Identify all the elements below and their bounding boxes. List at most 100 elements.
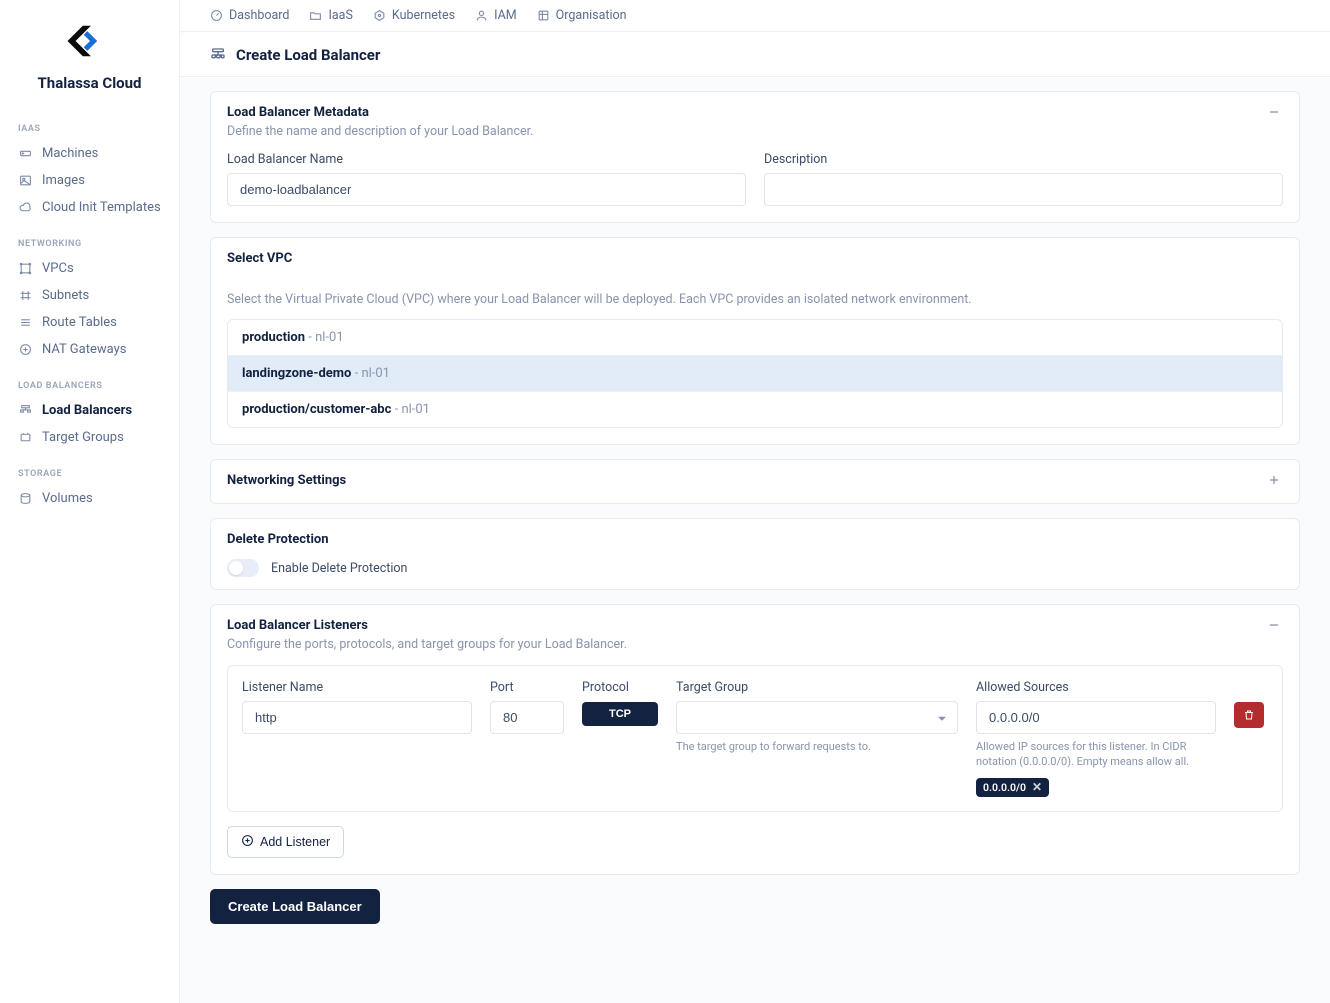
sidebar-item-route-tables[interactable]: Route Tables <box>14 309 165 336</box>
sidebar-item-load-balancers[interactable]: Load Balancers <box>14 397 165 424</box>
chip-remove-icon[interactable]: ✕ <box>1032 781 1042 793</box>
sidebar-item-nat-gateways[interactable]: NAT Gateways <box>14 336 165 363</box>
user-icon <box>475 9 488 22</box>
sidebar-item-label: Cloud Init Templates <box>42 200 161 215</box>
topnav-label: IAM <box>494 8 517 23</box>
listener-port-label: Port <box>490 680 564 695</box>
cidr-chip: 0.0.0.0/0✕ <box>976 778 1049 797</box>
listener-name-input[interactable] <box>242 701 472 734</box>
vpc-help: Select the Virtual Private Cloud (VPC) w… <box>227 292 1283 307</box>
image-icon <box>18 174 32 188</box>
listener-tg-select[interactable] <box>676 701 958 734</box>
delete-toggle-label: Enable Delete Protection <box>271 561 407 576</box>
metadata-subtitle: Define the name and description of your … <box>227 124 533 139</box>
listeners-card: Load Balancer Listeners Configure the po… <box>210 604 1300 875</box>
listener-sources-label: Allowed Sources <box>976 680 1216 695</box>
sidebar-heading: LOAD BALANCERS <box>14 375 165 397</box>
vpc-region: - nl-01 <box>305 330 344 345</box>
brand: Thalassa Cloud <box>14 20 165 92</box>
vpc-name: production/customer-abc <box>242 402 391 417</box>
topbar: Dashboard IaaS Kubernetes IAM Organisation <box>180 0 1330 32</box>
nat-icon <box>18 343 32 357</box>
listener-protocol-label: Protocol <box>582 680 658 695</box>
sidebar-item-cloud-init-templates[interactable]: Cloud Init Templates <box>14 194 165 221</box>
topnav-iaas[interactable]: IaaS <box>309 8 352 23</box>
delete-protection-card: Delete Protection Enable Delete Protecti… <box>210 518 1300 590</box>
disk-icon <box>18 492 32 506</box>
listener-row: Listener Name Port Protocol TCP Target Group… <box>227 665 1283 812</box>
lb-desc-label: Description <box>764 152 1283 167</box>
vpc-option[interactable]: production/customer-abc - nl-01 <box>228 392 1282 427</box>
add-listener-label: Add Listener <box>260 835 330 849</box>
listener-port-input[interactable] <box>490 701 564 734</box>
topnav-iam[interactable]: IAM <box>475 8 517 23</box>
sidebar-item-images[interactable]: Images <box>14 167 165 194</box>
sidebar-item-label: VPCs <box>42 261 74 276</box>
vpc-title: Select VPC <box>227 251 292 266</box>
target-icon <box>18 431 32 445</box>
route-icon <box>18 316 32 330</box>
lb-name-input[interactable] <box>227 173 746 206</box>
sidebar-item-label: Subnets <box>42 288 89 303</box>
folder-icon <box>309 9 322 22</box>
vpc-name: production <box>242 330 305 345</box>
lb-icon <box>18 404 32 418</box>
listeners-sub: Configure the ports, protocols, and targ… <box>227 637 627 652</box>
sidebar-item-machines[interactable]: Machines <box>14 140 165 167</box>
dashboard-icon <box>210 9 223 22</box>
listener-protocol-button[interactable]: TCP <box>582 702 658 726</box>
sidebar-item-label: Route Tables <box>42 315 117 330</box>
sidebar-heading: IAAS <box>14 118 165 140</box>
collapse-icon[interactable] <box>1265 618 1283 635</box>
vpc-option[interactable]: landingzone-demo - nl-01 <box>228 356 1282 392</box>
delete-protection-toggle[interactable] <box>227 559 259 577</box>
page-header: Create Load Balancer <box>180 32 1330 77</box>
delete-title: Delete Protection <box>227 532 329 547</box>
sidebar-heading: NETWORKING <box>14 233 165 255</box>
add-listener-button[interactable]: Add Listener <box>227 826 344 858</box>
vpc-region: - nl-01 <box>351 366 390 381</box>
sidebar: Thalassa Cloud IAAS Machines Images Cloud I… <box>0 0 180 1003</box>
kubernetes-icon <box>373 9 386 22</box>
vpc-option[interactable]: production - nl-01 <box>228 320 1282 356</box>
sidebar-item-target-groups[interactable]: Target Groups <box>14 424 165 451</box>
listener-name-label: Listener Name <box>242 680 472 695</box>
lb-icon <box>210 47 226 63</box>
sidebar-item-label: Images <box>42 173 85 188</box>
topnav-dashboard[interactable]: Dashboard <box>210 8 289 23</box>
sidebar-item-vpcs[interactable]: VPCs <box>14 255 165 282</box>
sidebar-item-subnets[interactable]: Subnets <box>14 282 165 309</box>
listener-tg-label: Target Group <box>676 680 958 695</box>
topnav-label: Kubernetes <box>392 8 455 23</box>
sidebar-item-label: Machines <box>42 146 98 161</box>
brand-name: Thalassa Cloud <box>20 74 159 92</box>
plus-circle-icon <box>241 834 254 850</box>
vpc-name: landingzone-demo <box>242 366 351 381</box>
metadata-title: Load Balancer Metadata <box>227 105 533 120</box>
expand-icon[interactable] <box>1265 473 1283 490</box>
collapse-icon[interactable] <box>1265 105 1283 122</box>
topnav-label: Dashboard <box>229 8 289 23</box>
sidebar-item-volumes[interactable]: Volumes <box>14 485 165 512</box>
listeners-title: Load Balancer Listeners <box>227 618 627 633</box>
vpc-list: production - nl-01landingzone-demo - nl-… <box>227 319 1283 428</box>
create-lb-button[interactable]: Create Load Balancer <box>210 889 380 924</box>
topnav-kubernetes[interactable]: Kubernetes <box>373 8 455 23</box>
vpc-card: Select VPC Select the Virtual Private Cl… <box>210 237 1300 445</box>
topnav-organisation[interactable]: Organisation <box>537 8 627 23</box>
delete-listener-button[interactable] <box>1234 702 1264 728</box>
topnav-label: Organisation <box>556 8 627 23</box>
lb-desc-input[interactable] <box>764 173 1283 206</box>
listener-sources-input[interactable] <box>976 701 1216 734</box>
networking-title: Networking Settings <box>227 473 346 488</box>
sidebar-item-label: Load Balancers <box>42 403 132 418</box>
vpc-icon <box>18 262 32 276</box>
lb-name-label: Load Balancer Name <box>227 152 746 167</box>
page-title: Create Load Balancer <box>236 46 380 64</box>
sidebar-item-label: NAT Gateways <box>42 342 126 357</box>
server-icon <box>18 147 32 161</box>
main: Dashboard IaaS Kubernetes IAM Organisation C… <box>180 0 1330 1003</box>
topnav-label: IaaS <box>328 8 352 23</box>
sources-help: Allowed IP sources for this listener. In… <box>976 739 1216 770</box>
metadata-card: Load Balancer Metadata Define the name a… <box>210 91 1300 223</box>
